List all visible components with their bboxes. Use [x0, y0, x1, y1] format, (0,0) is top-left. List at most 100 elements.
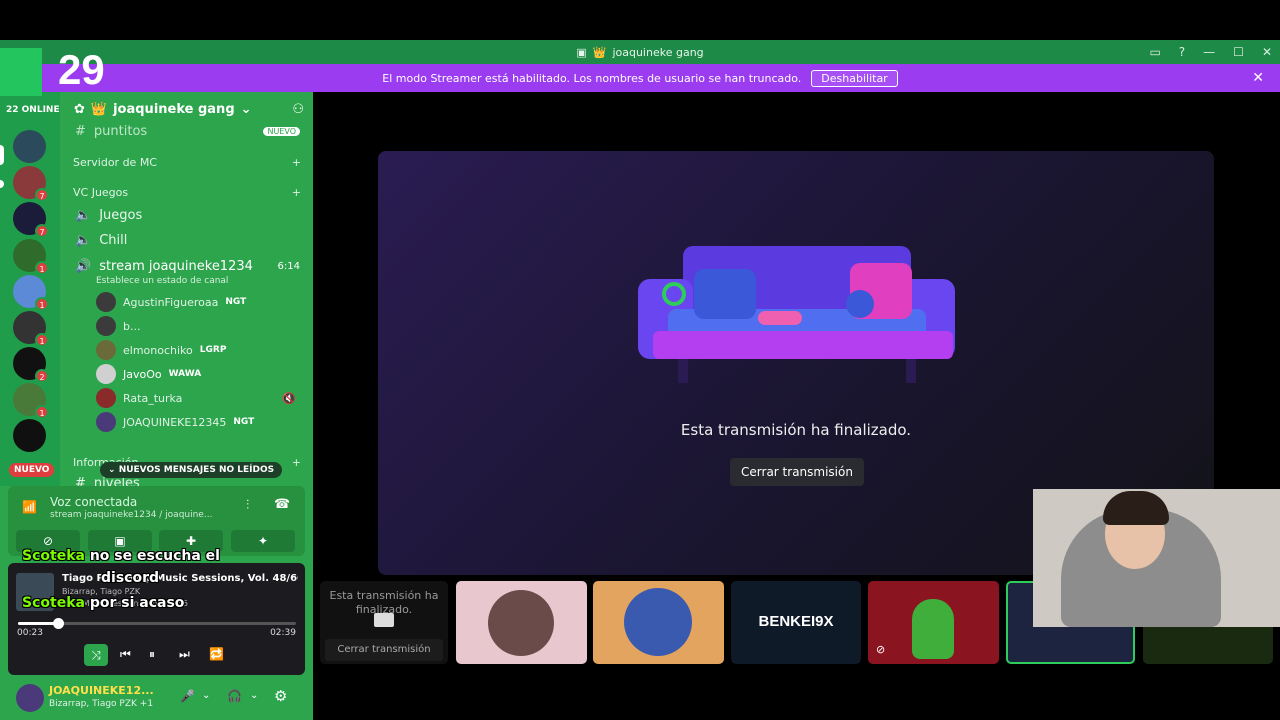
streamer-mode-banner: El modo Streamer está habilitado. Los no… [0, 64, 1280, 92]
total-time: 02:39 [270, 628, 296, 638]
add-channel-icon[interactable]: + [292, 156, 301, 169]
mention-badge: 7 [35, 224, 49, 238]
discord-icon: ▣ [576, 45, 587, 59]
participant-tile[interactable] [456, 581, 587, 664]
progress-fill [18, 622, 59, 625]
avatar [96, 364, 116, 384]
maximize-button[interactable]: ☐ [1233, 45, 1244, 59]
title-bar: ▣ 👑 joaquineke gang ▭ ? — ☐ ✕ [0, 40, 1280, 64]
shuffle-button[interactable]: ⤨ [84, 644, 108, 666]
close-stream-button[interactable]: Cerrar transmisión [730, 458, 864, 486]
headphones-icon[interactable]: 🎧 [227, 689, 242, 703]
voice-channel-juegos[interactable]: 🔈 Juegos [75, 208, 300, 223]
minimize-button[interactable]: — [1203, 45, 1215, 59]
shuffle-icon: ⤨ [91, 648, 101, 662]
server-header[interactable]: ✿ 👑 joaquineke gang ⌄ ⚇ [74, 102, 304, 117]
participant-tile[interactable]: ⊘ [868, 581, 999, 664]
next-icon[interactable]: ⏭ [179, 647, 190, 662]
close-banner-icon[interactable]: ✕ [1252, 70, 1264, 86]
server-icon[interactable]: 7 [13, 166, 49, 202]
voice-channel-path[interactable]: stream joaquineke1234 / joaquine... [50, 510, 212, 520]
server-icon[interactable]: 1 [13, 239, 49, 275]
server-settings-icon: ✿ [74, 102, 85, 117]
user-tag: NGT [225, 297, 247, 307]
category-vc-juegos[interactable]: VC Juegos + [73, 186, 301, 199]
settings-icon[interactable]: ⚙ [274, 687, 287, 705]
pause-icon[interactable]: ⏸ [149, 647, 155, 662]
activities-icon: ✚ [185, 534, 197, 548]
overlay-logo [0, 48, 42, 96]
repeat-icon[interactable]: 🔁 [209, 647, 224, 661]
avatar[interactable] [16, 684, 44, 712]
chat-text: discord [101, 570, 159, 586]
voice-user[interactable]: b... [96, 316, 296, 336]
soundboard-icon: ✦ [257, 534, 269, 548]
banner-text: El modo Streamer está habilitado. Los no… [382, 71, 802, 85]
avatar [624, 588, 692, 656]
server-icon[interactable]: 7 [13, 202, 49, 238]
chat-overlay-line: Scoteka no se escucha el [22, 548, 220, 564]
chevron-down-icon[interactable]: ⌄ [250, 690, 258, 701]
mention-badge: 7 [35, 188, 49, 202]
participant-tile[interactable]: BENKEI9X [731, 581, 861, 664]
user-name: JOAQUINEKE12345 [123, 415, 227, 429]
server-icon[interactable]: 2 [13, 347, 49, 383]
tile-close-button[interactable]: Cerrar transmisión [325, 639, 443, 661]
voice-user[interactable]: AgustinFigueroaa NGT [96, 292, 296, 312]
mention-badge: 1 [35, 297, 49, 311]
server-icon[interactable] [13, 130, 46, 163]
invite-icon[interactable]: ⚇ [292, 102, 304, 117]
chat-overlay-line: discord [101, 570, 159, 586]
category-mc[interactable]: Servidor de MC + [73, 156, 301, 169]
mention-badge: 2 [35, 369, 49, 383]
hair [1103, 491, 1169, 525]
chat-text: por si acaso [89, 595, 185, 611]
mention-badge: 1 [35, 333, 49, 347]
chat-username: Scoteka [22, 595, 85, 611]
voice-user[interactable]: JavoOo WAWA [96, 364, 296, 384]
chevron-down-icon: ⌄ [108, 465, 119, 475]
voice-user[interactable]: Rata_turka 🔇 [96, 388, 296, 408]
voice-channel-stream[interactable]: 🔊 stream joaquineke1234 6:14 [75, 259, 300, 274]
disable-streamer-button[interactable]: Deshabilitar [811, 69, 898, 87]
microphone-icon[interactable]: 🎤 [180, 689, 195, 703]
chevron-down-icon[interactable]: ⌄ [202, 690, 210, 701]
voice-status: Voz conectada [50, 495, 138, 509]
channel-label: Chill [99, 233, 128, 248]
user-name: JavoOo [123, 367, 162, 381]
selected-pip [0, 145, 4, 165]
new-servers-pill[interactable]: NUEVO [9, 463, 55, 477]
progress-knob[interactable] [53, 618, 65, 629]
speaker-icon: 🔈 [75, 233, 92, 248]
previous-icon[interactable]: ⏮ [120, 647, 131, 662]
new-messages-pill[interactable]: ⌄ NUEVOS MENSAJES NO LEÍDOS [100, 462, 283, 478]
user-name[interactable]: JOAQUINEKE12... [49, 684, 154, 697]
crown-icon: 👑 [90, 102, 108, 117]
close-window-button[interactable]: ✕ [1262, 45, 1272, 59]
channel-label: Juegos [99, 208, 143, 223]
inbox-icon[interactable]: ▭ [1149, 45, 1160, 59]
voice-channel-chill[interactable]: 🔈 Chill [75, 233, 300, 248]
voice-user[interactable]: elmonochiko LGRP [96, 340, 296, 360]
channel-status[interactable]: Establece un estado de canal [96, 276, 228, 286]
overlay-number: 29 [58, 46, 105, 93]
add-channel-icon[interactable]: + [292, 456, 301, 469]
avatar [96, 316, 116, 336]
help-icon[interactable]: ? [1179, 45, 1185, 59]
participant-tile[interactable] [593, 581, 724, 664]
add-channel-icon[interactable]: + [292, 186, 301, 199]
voice-user[interactable]: JOAQUINEKE12345 NGT [96, 412, 296, 432]
chat-username: Scoteka [22, 548, 85, 564]
server-icon[interactable]: 1 [13, 383, 49, 419]
server-icon[interactable] [13, 419, 46, 452]
signal-icon[interactable]: 📶 [22, 500, 37, 514]
channel-partial[interactable]: # puntitos NUEVO [75, 124, 300, 139]
server-icon[interactable]: 1 [13, 311, 49, 347]
participant-tile-stream[interactable]: Esta transmisión ha finalizado. Cerrar t… [320, 581, 448, 664]
noise-suppression-icon[interactable]: ⫶ [246, 498, 249, 513]
track-title: Tiago PZK: Bzrp Music Sessions, Vol. 48/… [62, 573, 298, 584]
disconnect-icon[interactable]: ☎ [274, 497, 290, 512]
speaker-icon: 🔈 [75, 208, 92, 223]
server-icon[interactable]: 1 [13, 275, 49, 311]
soundboard-button[interactable]: ✦ [231, 530, 295, 552]
